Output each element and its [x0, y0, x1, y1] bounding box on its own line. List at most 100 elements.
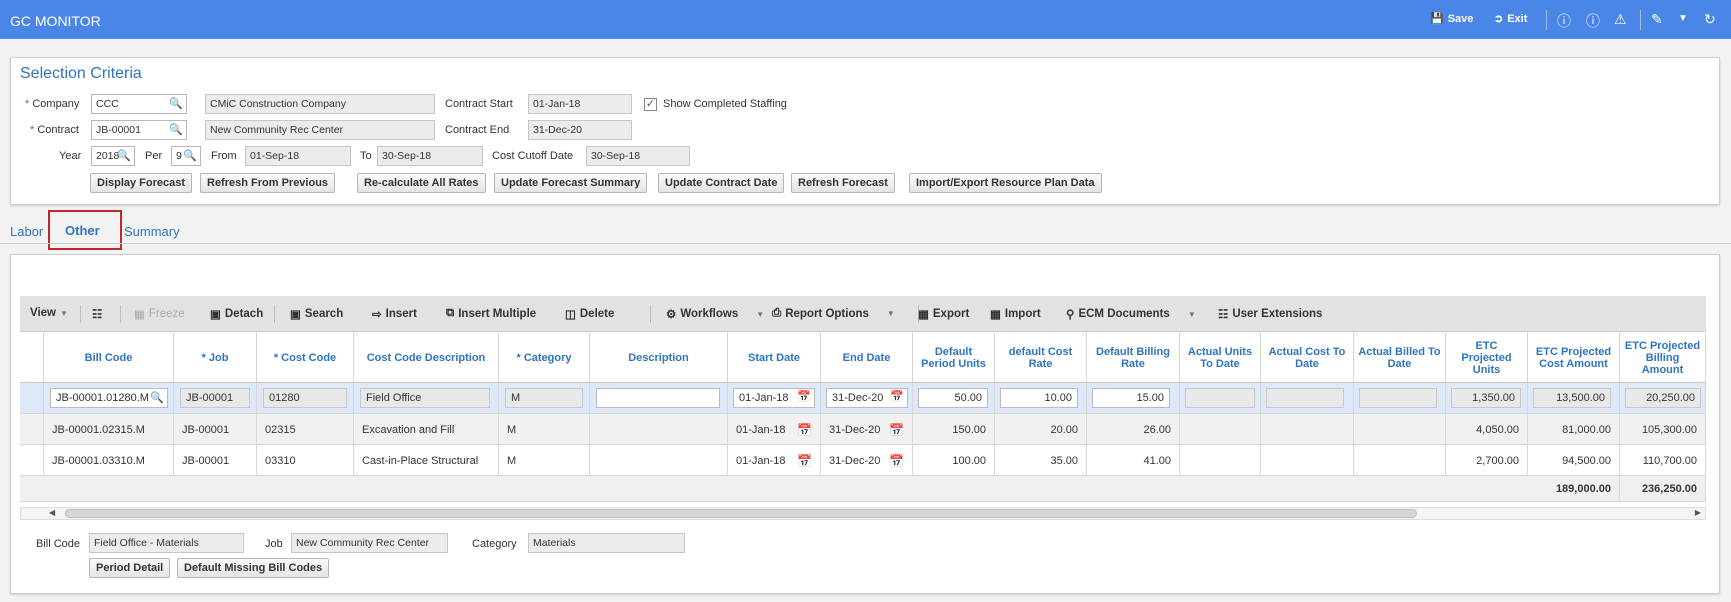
calendar-icon[interactable]: 📅 [890, 390, 904, 403]
filter-icon[interactable]: ☷ [92, 307, 102, 321]
view-menu[interactable]: View ▼ [30, 307, 68, 319]
billing-rate-input[interactable]: 15.00 [1092, 388, 1170, 408]
company-code-field[interactable]: CCC 🔍 [91, 94, 187, 114]
col-header-end-date[interactable]: End Date [821, 333, 913, 383]
ecm-documents-menu[interactable]: ⚲ ECM Documents ▼ [1066, 307, 1196, 321]
col-header-job[interactable]: * Job [174, 333, 257, 383]
recalculate-rates-button[interactable]: Re-calculate All Rates [357, 173, 486, 193]
row-selector[interactable] [20, 445, 44, 476]
col-header-etc-projected-cost[interactable]: ETC Projected Cost Amount [1528, 333, 1620, 383]
report-options-menu[interactable]: ⎙ Report Options ▼ [772, 307, 895, 320]
insert-button[interactable]: ⇨ Insert [372, 307, 417, 321]
cell-actual-billed [1354, 414, 1446, 445]
cell-etc-cost: 81,000.00 [1528, 414, 1620, 445]
update-forecast-summary-button[interactable]: Update Forecast Summary [494, 173, 648, 193]
category-input: M [505, 388, 583, 408]
col-header-start-date[interactable]: Start Date [728, 333, 821, 383]
scroll-left-icon[interactable]: ◀ [49, 508, 55, 517]
col-header-category[interactable]: * Category [499, 333, 590, 383]
year-field[interactable]: 2018 🔍 [91, 146, 135, 166]
col-header-cost-code-description[interactable]: Cost Code Description [354, 333, 499, 383]
calendar-icon[interactable]: 📅 [889, 423, 904, 437]
tab-labor[interactable]: Labor [10, 224, 43, 239]
col-header-etc-projected-billing[interactable]: ETC Projected Billing Amount [1620, 333, 1706, 383]
divider [120, 305, 121, 323]
etc-cost-input: 13,500.00 [1533, 388, 1611, 408]
freeze-button[interactable]: ▦ Freeze [134, 307, 185, 321]
col-header-actual-billed[interactable]: Actual Billed To Date [1354, 333, 1446, 383]
user-extensions-button[interactable]: ☷ User Extensions [1218, 307, 1322, 321]
tab-summary[interactable]: Summary [124, 224, 180, 239]
display-forecast-button[interactable]: Display Forecast [90, 173, 193, 193]
cell-etc-billing: 20,250.00 [1620, 383, 1706, 414]
calendar-icon[interactable]: 📅 [889, 454, 904, 468]
col-header-actual-units[interactable]: Actual Units To Date [1180, 333, 1261, 383]
refresh-forecast-button[interactable]: Refresh Forecast [791, 173, 895, 193]
show-completed-checkbox[interactable]: ✓ [644, 98, 657, 111]
refresh-from-previous-button[interactable]: Refresh From Previous [200, 173, 336, 193]
workflows-menu[interactable]: ⚙ Workflows ▼ [666, 307, 764, 321]
period-field[interactable]: 9 🔍 [171, 146, 201, 166]
detach-button[interactable]: ▣ Detach [210, 307, 263, 321]
period-units-input[interactable]: 50.00 [918, 388, 988, 408]
delete-icon: ◫ [565, 309, 576, 321]
calendar-icon[interactable]: 📅 [797, 454, 812, 468]
detail-bill-code-field: Field Office - Materials [89, 533, 244, 553]
calendar-icon[interactable]: 📅 [797, 423, 812, 437]
update-contract-date-button[interactable]: Update Contract Date [658, 173, 785, 193]
cell-billing-rate: 15.00 [1087, 383, 1180, 414]
col-header-actual-cost[interactable]: Actual Cost To Date [1261, 333, 1354, 383]
bill-code-input[interactable]: JB-00001.01280.M 🔍 [50, 388, 168, 408]
edit-icon[interactable]: ✎ [1651, 11, 1663, 28]
export-button[interactable]: ▦ Export [918, 307, 969, 321]
scrollbar-thumb[interactable] [65, 509, 1417, 518]
col-header-default-cost-rate[interactable]: default Cost Rate [995, 333, 1087, 383]
default-missing-bill-codes-button[interactable]: Default Missing Bill Codes [177, 558, 330, 578]
table-row[interactable]: JB-00001.02315.M JB-00001 02315 Excavati… [20, 414, 1706, 445]
search-icon[interactable]: 🔍 [150, 391, 164, 404]
col-header-bill-code[interactable]: Bill Code [44, 333, 174, 383]
row-selector[interactable] [20, 414, 44, 445]
calendar-icon[interactable]: 📅 [797, 390, 811, 403]
scroll-right-icon[interactable]: ▶ [1695, 508, 1701, 517]
search-icon[interactable]: 🔍 [169, 97, 183, 110]
contract-code-field[interactable]: JB-00001 🔍 [91, 120, 187, 140]
detail-job-label: Job [265, 538, 283, 550]
import-export-resource-button[interactable]: Import/Export Resource Plan Data [909, 173, 1102, 193]
search-button[interactable]: ▣ Search [290, 307, 343, 321]
search-icon[interactable]: 🔍 [169, 123, 183, 136]
delete-button[interactable]: ◫ Delete [565, 307, 614, 321]
year-label: Year [59, 150, 82, 162]
help-icon[interactable]: ⓘ [1586, 11, 1600, 31]
col-header-cost-code[interactable]: * Cost Code [257, 333, 354, 383]
description-input[interactable] [596, 388, 720, 408]
table-row[interactable]: JB-00001.03310.M JB-00001 03310 Cast-in-… [20, 445, 1706, 476]
cell-etc-units: 1,350.00 [1446, 383, 1528, 414]
warning-icon[interactable]: ⚠ [1614, 11, 1627, 28]
insert-multiple-button[interactable]: ⧉ Insert Multiple [446, 307, 536, 320]
end-date-input[interactable]: 31-Dec-20 📅 [826, 388, 908, 408]
table-row-selected[interactable]: JB-00001.01280.M 🔍 JB-00001 01280 Field O… [20, 383, 1706, 414]
import-icon: ▦ [990, 309, 1001, 321]
row-selector[interactable] [20, 383, 44, 414]
save-button[interactable]: 💾 Save [1430, 12, 1473, 26]
tab-other[interactable]: Other [65, 223, 100, 238]
cost-rate-input[interactable]: 10.00 [1000, 388, 1078, 408]
col-header-etc-projected-units[interactable]: ETC Projected Units [1446, 333, 1528, 383]
ecm-icon: ⚲ [1066, 309, 1075, 321]
chevron-down-icon: ▼ [1187, 309, 1196, 319]
col-header-default-billing-rate[interactable]: Default Billing Rate [1087, 333, 1180, 383]
info-icon[interactable]: ⓘ [1557, 11, 1571, 31]
horizontal-scrollbar[interactable]: ◀ ▶ [20, 507, 1706, 520]
start-date-input[interactable]: 01-Jan-18 📅 [733, 388, 815, 408]
chevron-down-icon[interactable]: ▼ [1678, 13, 1688, 24]
exit-button[interactable]: ➲ Exit [1494, 12, 1527, 26]
import-button[interactable]: ▦ Import [990, 307, 1041, 321]
cell-period-units: 50.00 [913, 383, 995, 414]
col-header-description[interactable]: Description [590, 333, 728, 383]
search-icon[interactable]: 🔍 [117, 149, 131, 162]
refresh-icon[interactable]: ↻ [1704, 11, 1716, 28]
search-icon[interactable]: 🔍 [183, 149, 197, 162]
period-detail-button[interactable]: Period Detail [89, 558, 171, 578]
col-header-default-period-units[interactable]: Default Period Units [913, 333, 995, 383]
